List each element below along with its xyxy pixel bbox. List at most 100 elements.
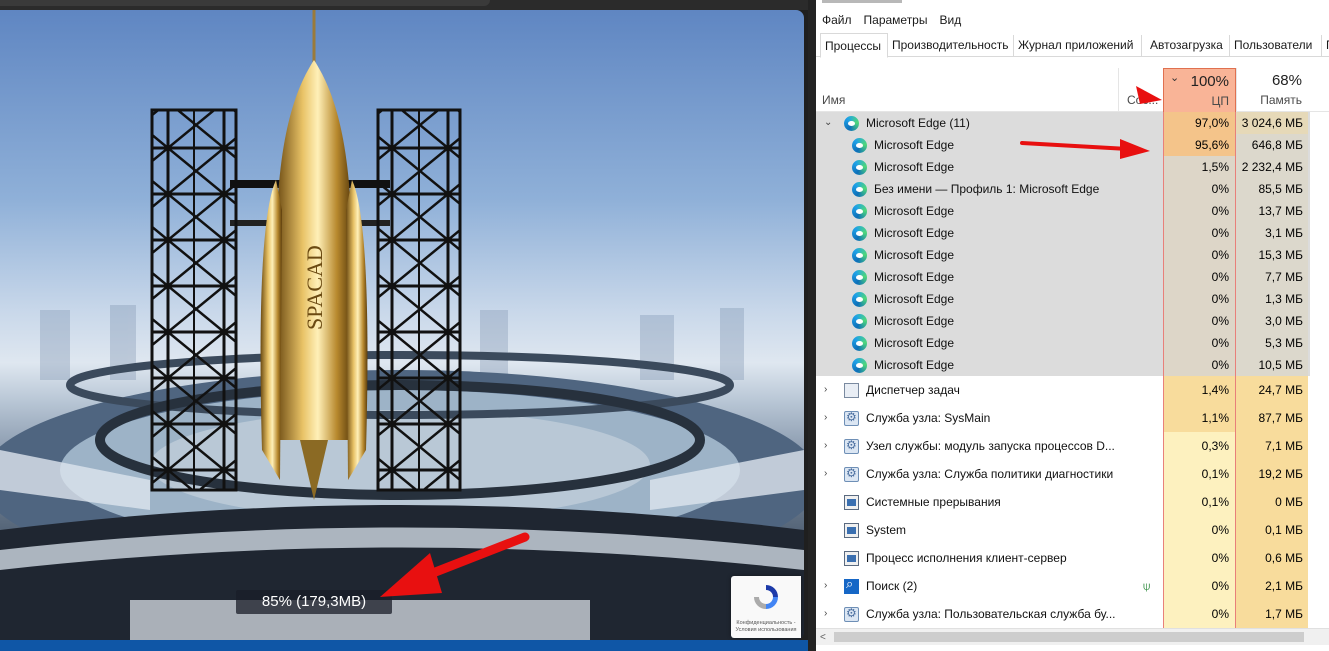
tab-performance[interactable]: Производительность — [888, 35, 1014, 57]
process-name: Microsoft Edge — [874, 204, 955, 218]
process-name: Microsoft Edge — [874, 314, 955, 328]
process-row[interactable]: ⌄ Microsoft Edge (11) 97,0% 3 024,6 МБ — [816, 112, 1329, 134]
recaptcha-icon — [754, 585, 778, 609]
process-row[interactable]: Microsoft Edge 0% 7,7 МБ — [816, 266, 1329, 288]
tab-strip: Процессы Производительность Журнал прило… — [816, 33, 1329, 58]
process-row[interactable]: Microsoft Edge 0% 15,3 МБ — [816, 244, 1329, 266]
column-cpu-label: ЦП — [1211, 94, 1229, 108]
process-row[interactable]: Microsoft Edge 0% 3,1 МБ — [816, 222, 1329, 244]
process-row[interactable]: Microsoft Edge 0% 5,3 МБ — [816, 332, 1329, 354]
process-name: Microsoft Edge — [874, 358, 955, 372]
process-row[interactable]: › Служба узла: SysMain 1,1%87,7 МБ — [816, 404, 1329, 432]
menu-file[interactable]: Файл — [816, 10, 858, 30]
column-memory-label: Память — [1260, 93, 1302, 107]
process-row[interactable]: System 0% 0,1 МБ — [816, 516, 1329, 544]
column-status[interactable]: Сос... — [1118, 68, 1163, 112]
chevron-right-icon[interactable]: › — [824, 460, 834, 488]
left-launch-tower — [150, 108, 238, 492]
process-row[interactable]: › Служба узла: Пользовательская служба бу… — [816, 600, 1329, 628]
process-row[interactable]: Процесс исполнения клиент-сервер 0% 0,6 МБ — [816, 544, 1329, 572]
column-header: Имя Сос... ⌄ 100% ЦП 68% Память — [816, 68, 1329, 112]
chevron-right-icon[interactable]: › — [824, 572, 834, 600]
rocket-label: SPACAD — [302, 245, 327, 330]
process-memory: 0,1 МБ — [1236, 516, 1308, 544]
process-row[interactable]: Microsoft Edge 95,6% 646,8 МБ — [816, 134, 1329, 156]
horizontal-scrollbar[interactable]: < — [816, 628, 1329, 645]
tab-processes[interactable]: Процессы — [820, 33, 888, 58]
process-name: Microsoft Edge — [874, 292, 955, 306]
process-cpu: 0% — [1163, 178, 1236, 200]
process-name: Microsoft Edge — [874, 160, 955, 174]
edge-icon — [852, 203, 867, 219]
process-row[interactable]: › Узел службы: модуль запуска процессов D… — [816, 432, 1329, 460]
task-manager-window: Файл Параметры Вид Процессы Производител… — [816, 0, 1329, 651]
chevron-right-icon[interactable]: › — [824, 376, 834, 404]
process-row[interactable]: Microsoft Edge 1,5% 2 232,4 МБ — [816, 156, 1329, 178]
golden-rocket: SPACAD — [260, 10, 368, 500]
tab-users[interactable]: Пользователи — [1230, 35, 1322, 57]
column-cpu[interactable]: ⌄ 100% ЦП — [1163, 68, 1236, 112]
process-cpu: 0,1% — [1163, 460, 1236, 488]
process-cpu: 0,1% — [1163, 488, 1236, 516]
scroll-thumb[interactable] — [834, 632, 1304, 642]
scroll-left-icon[interactable]: < — [820, 629, 826, 646]
scene-drawing: SPACAD — [0, 10, 804, 640]
cpu-total-percent: 100% — [1190, 73, 1229, 90]
process-memory: 3,1 МБ — [1236, 222, 1308, 244]
recaptcha-badge[interactable]: Конфиденциальность - Условия использован… — [731, 576, 801, 638]
process-name: Системные прерывания — [866, 495, 1001, 509]
edge-icon — [852, 247, 867, 263]
edge-icon — [852, 313, 867, 329]
tab-startup[interactable]: Автозагрузка — [1146, 35, 1230, 57]
process-cpu: 0% — [1163, 266, 1236, 288]
chevron-right-icon[interactable]: › — [824, 432, 834, 460]
process-name: Microsoft Edge — [874, 226, 955, 240]
process-row[interactable]: Microsoft Edge 0% 13,7 МБ — [816, 200, 1329, 222]
process-memory: 1,3 МБ — [1236, 288, 1308, 310]
chevron-right-icon[interactable]: › — [824, 600, 834, 628]
edge-icon — [852, 137, 867, 153]
process-cpu: 97,0% — [1163, 112, 1236, 134]
process-memory: 10,5 МБ — [1236, 354, 1308, 376]
process-name: Служба узла: Пользовательская служба бу.… — [866, 607, 1116, 621]
process-cpu: 0% — [1163, 332, 1236, 354]
process-row[interactable]: › Поиск (2) ⍦ 0%2,1 МБ — [816, 572, 1329, 600]
edge-icon — [852, 181, 867, 197]
process-memory: 85,5 МБ — [1236, 178, 1308, 200]
webgl-scene[interactable]: SPACAD 85% (179,3MB) Конфиденциальность … — [0, 10, 804, 640]
process-row[interactable]: Системные прерывания 0,1% 0 МБ — [816, 488, 1329, 516]
process-row[interactable]: › Диспетчер задач 1,4% 24,7 МБ — [816, 376, 1329, 404]
process-memory: 2 232,4 МБ — [1236, 156, 1308, 178]
recaptcha-privacy-text[interactable]: Конфиденциальность - Условия использован… — [733, 620, 799, 634]
process-row[interactable]: Microsoft Edge 0% 1,3 МБ — [816, 288, 1329, 310]
vertical-scrollbar[interactable] — [1310, 112, 1329, 628]
process-row[interactable]: Microsoft Edge 0% 10,5 МБ — [816, 354, 1329, 376]
process-cpu: 1,4% — [1163, 376, 1236, 404]
process-row[interactable]: Microsoft Edge 0% 3,0 МБ — [816, 310, 1329, 332]
tab-app-history[interactable]: Журнал приложений — [1014, 35, 1142, 57]
address-bar[interactable] — [0, 0, 490, 6]
process-name: Microsoft Edge — [874, 270, 955, 284]
column-memory[interactable]: 68% Память — [1236, 68, 1308, 112]
system-icon — [844, 494, 859, 510]
loading-progress-text: 85% (179,3MB) — [236, 590, 392, 614]
menu-options[interactable]: Параметры — [858, 10, 934, 30]
process-row[interactable]: › Служба узла: Служба политики диагностик… — [816, 460, 1329, 488]
chevron-down-icon[interactable]: ⌄ — [824, 112, 834, 134]
process-cpu: 0% — [1163, 310, 1236, 332]
tab-details[interactable]: П — [1322, 35, 1329, 57]
process-name: Узел службы: модуль запуска процессов D.… — [866, 439, 1115, 453]
process-cpu: 0% — [1163, 544, 1236, 572]
memory-total-percent: 68% — [1271, 72, 1302, 89]
process-row[interactable]: Без имени — Профиль 1: Microsoft Edge 0% 8… — [816, 178, 1329, 200]
menu-view[interactable]: Вид — [933, 10, 967, 30]
process-memory: 7,1 МБ — [1236, 432, 1308, 460]
process-memory: 13,7 МБ — [1236, 200, 1308, 222]
column-name[interactable]: Имя — [816, 68, 1118, 112]
process-cpu: 0% — [1163, 244, 1236, 266]
chevron-right-icon[interactable]: › — [824, 404, 834, 432]
process-memory: 3,0 МБ — [1236, 310, 1308, 332]
process-list: ⌄ Microsoft Edge (11) 97,0% 3 024,6 МБ Micro… — [816, 112, 1329, 628]
edge-icon — [852, 225, 867, 241]
process-cpu: 0% — [1163, 354, 1236, 376]
